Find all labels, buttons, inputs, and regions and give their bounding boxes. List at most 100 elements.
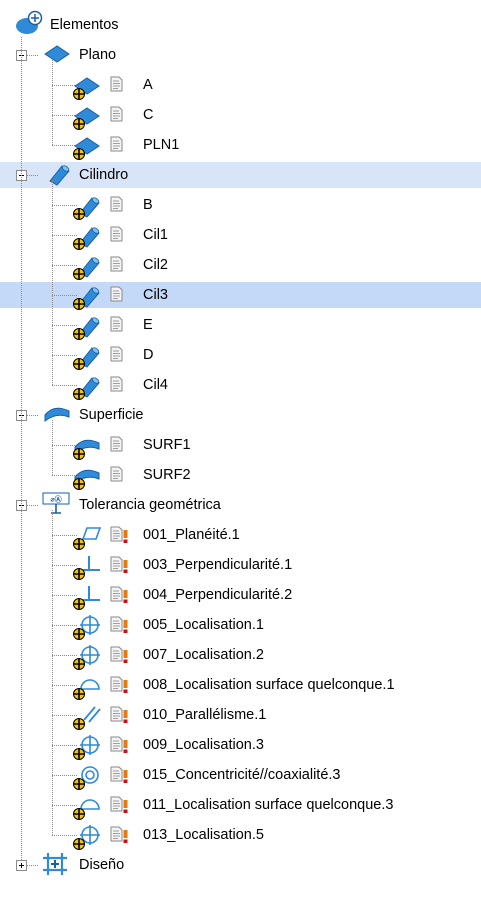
tree-item-label: Cil4 xyxy=(143,377,168,393)
tree-item-label: Cil2 xyxy=(143,257,168,273)
cylinder-feature-icon xyxy=(73,287,100,310)
warning-icon xyxy=(123,530,128,543)
document-icon xyxy=(110,226,123,242)
document-icon xyxy=(110,586,123,602)
position-icon xyxy=(73,735,100,760)
tree-item-label: PLN1 xyxy=(143,137,180,153)
svg-text:⌀Ⓐ: ⌀Ⓐ xyxy=(50,495,61,504)
tree-item-label: 001_Planéité.1 xyxy=(143,527,240,543)
tree-item-label: Cil1 xyxy=(143,227,168,243)
document-icon xyxy=(110,826,123,842)
document-icon xyxy=(110,256,123,272)
document-icon xyxy=(110,286,123,302)
cylinder-feature-icon xyxy=(73,197,100,220)
tree-connector-line xyxy=(27,865,38,866)
tree-group-label: Diseño xyxy=(79,857,125,873)
cylinder-feature-icon xyxy=(73,317,100,340)
tree-group-superficie[interactable]: Superficie xyxy=(0,402,481,428)
document-icon xyxy=(110,76,123,92)
warning-icon xyxy=(123,650,128,663)
tree-item-label: 007_Localisation.2 xyxy=(143,647,264,663)
surface-profile-icon xyxy=(73,679,100,700)
tree-item-label: 004_Perpendicularité.2 xyxy=(143,587,293,603)
warning-icon xyxy=(123,830,128,843)
tree-item-label: B xyxy=(143,197,153,213)
tree-connector-line xyxy=(27,55,38,56)
tree-group-tolerancia[interactable]: Tolerancia geométrica xyxy=(0,492,481,518)
gdt-icon: ⌀Ⓐ xyxy=(42,492,70,514)
warning-icon xyxy=(123,590,128,603)
perpendicularity-icon xyxy=(73,556,100,580)
tree-connector-line xyxy=(52,180,53,385)
document-icon xyxy=(110,796,123,812)
document-icon xyxy=(110,316,123,332)
tree-item-label: D xyxy=(143,347,154,363)
plane-feature-icon xyxy=(73,107,100,130)
feature-tree[interactable]: Elementos Plano A C PLN1 Cilindro B Cil1 Cil2 Cil… xyxy=(0,0,481,901)
expand-toggle-icon[interactable] xyxy=(16,860,27,871)
tree-group-label: Plano xyxy=(79,47,117,63)
tree-group-label: Superficie xyxy=(79,407,144,423)
tree-item-label: 011_Localisation surface quelconque.3 xyxy=(143,797,394,813)
features-root-icon xyxy=(16,10,43,34)
perpendicularity-icon xyxy=(73,586,100,610)
document-icon xyxy=(110,346,123,362)
cylinder-feature-icon xyxy=(49,165,70,186)
plane-feature-icon xyxy=(73,137,100,160)
tree-group-label: Cilindro xyxy=(79,167,129,183)
tree-connector-line xyxy=(27,415,38,416)
tree-item-label: Cil3 xyxy=(143,287,168,303)
document-icon xyxy=(110,766,123,782)
tree-item-label: C xyxy=(143,107,154,123)
position-icon xyxy=(73,825,100,850)
tree-item-label: 010_Parallélisme.1 xyxy=(143,707,267,723)
document-icon xyxy=(110,196,123,212)
document-icon xyxy=(110,736,123,752)
warning-icon xyxy=(123,800,128,813)
document-icon xyxy=(110,676,123,692)
tree-connector-line xyxy=(52,510,53,835)
warning-icon xyxy=(123,770,128,783)
document-icon xyxy=(110,526,123,542)
surface-feature-icon xyxy=(73,469,100,490)
tree-connector-line xyxy=(27,505,38,506)
tree-group-label: Tolerancia geométrica xyxy=(79,497,221,513)
tree-root-row[interactable]: Elementos xyxy=(0,12,481,38)
cylinder-feature-icon xyxy=(73,377,100,400)
surface-profile-icon xyxy=(73,799,100,820)
parallelism-icon xyxy=(73,706,101,730)
tree-item-label: 005_Localisation.1 xyxy=(143,617,264,633)
warning-icon xyxy=(123,710,128,723)
document-icon xyxy=(110,436,123,452)
tree-item-label: 003_Perpendicularité.1 xyxy=(143,557,293,573)
document-icon xyxy=(110,106,123,122)
tree-group-cilindro[interactable]: Cilindro xyxy=(0,162,481,188)
tree-item-label: A xyxy=(143,77,153,93)
document-icon xyxy=(110,556,123,572)
flatness-icon xyxy=(73,527,102,550)
tree-item-label: SURF1 xyxy=(143,437,191,453)
cylinder-feature-icon xyxy=(73,227,100,250)
document-icon xyxy=(110,466,123,482)
warning-icon xyxy=(123,620,128,633)
surface-feature-icon xyxy=(73,439,100,460)
warning-icon xyxy=(123,560,128,573)
tree-root-label: Elementos xyxy=(50,17,119,33)
tree-group-diseno[interactable]: Diseño xyxy=(0,852,481,878)
tree-item-label: 009_Localisation.3 xyxy=(143,737,264,753)
document-icon xyxy=(110,706,123,722)
cylinder-feature-icon xyxy=(73,257,100,280)
warning-icon xyxy=(123,740,128,753)
position-icon xyxy=(73,645,100,670)
document-icon xyxy=(110,376,123,392)
plane-feature-icon xyxy=(73,77,100,100)
concentricity-icon xyxy=(73,766,99,790)
tree-item-label: 015_Concentricité//coaxialité.3 xyxy=(143,767,341,783)
tree-connector-line xyxy=(21,37,22,860)
document-icon xyxy=(110,616,123,632)
warning-icon xyxy=(123,680,128,693)
surface-feature-icon xyxy=(44,407,70,423)
document-icon xyxy=(110,646,123,662)
design-icon xyxy=(43,853,67,875)
tree-group-plano[interactable]: Plano xyxy=(0,42,481,68)
